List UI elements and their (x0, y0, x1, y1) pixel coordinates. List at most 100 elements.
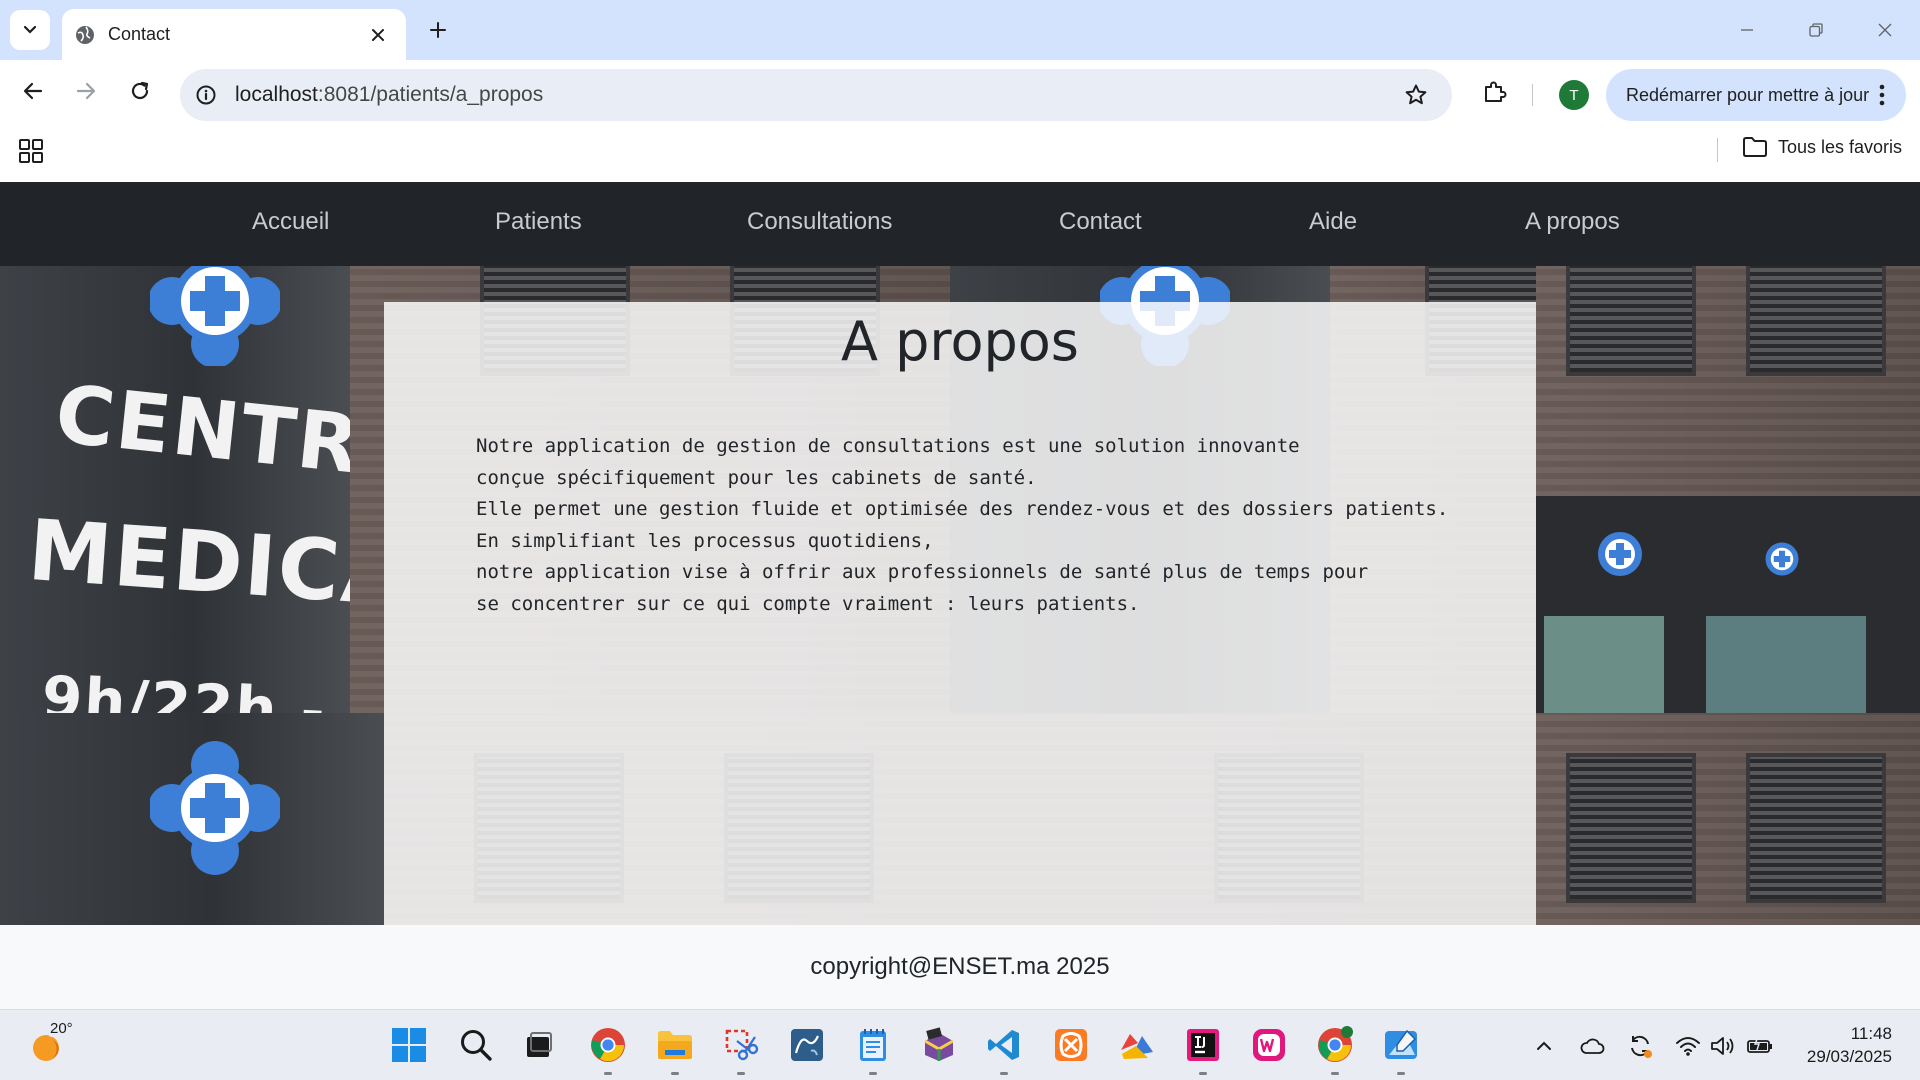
start-button[interactable] (388, 1024, 430, 1066)
onedrive-tray[interactable] (1578, 1032, 1606, 1060)
show-hidden-icons-button[interactable] (1530, 1032, 1558, 1060)
page-title: A propos (841, 310, 1079, 373)
taskbar-app-chrome[interactable] (587, 1024, 629, 1075)
bookmarks-separator (1717, 138, 1718, 162)
minimize-button[interactable] (1727, 12, 1767, 48)
tab-search-button[interactable] (10, 10, 50, 50)
nav-link-a-propos[interactable]: A propos (1525, 208, 1620, 236)
glass-door (1706, 616, 1866, 713)
battery-icon (1747, 1036, 1772, 1053)
chevron-down-icon (23, 25, 37, 34)
sign-text-hours: 9h/22h - 7/7 (40, 662, 329, 713)
site-info-icon[interactable] (192, 81, 220, 109)
update-restart-button[interactable]: Redémarrer pour mettre à jour (1606, 69, 1906, 121)
scissors-icon (725, 1029, 759, 1061)
browser-toolbar: localhost:8081/patients/a_propos T Redém… (0, 60, 1920, 122)
folder-icon (658, 1031, 692, 1059)
taskbar-search-button[interactable] (455, 1024, 497, 1066)
nav-link-contact[interactable]: Contact (1059, 208, 1142, 236)
close-window-button[interactable] (1865, 12, 1905, 48)
bookmark-star-icon[interactable] (1402, 81, 1430, 109)
browser-tab-active[interactable]: Contact (62, 9, 406, 60)
about-line: Notre application de gestion de consulta… (476, 435, 1300, 457)
folder-icon (1743, 137, 1767, 157)
medical-cross-logo (150, 741, 280, 875)
taskbar-clock[interactable]: 11:48 29/03/2025 (1792, 1022, 1892, 1068)
clock-date: 29/03/2025 (1806, 1047, 1892, 1066)
winrar-icon (924, 1027, 954, 1061)
nav-link-consultations[interactable]: Consultations (747, 208, 892, 236)
taskbar-app-chrome-profile[interactable] (1314, 1024, 1356, 1075)
task-view-button[interactable] (518, 1024, 560, 1066)
new-tab-button[interactable] (422, 14, 454, 46)
sign-text-medical: MEDICAL (25, 500, 350, 630)
plus-icon (430, 22, 446, 38)
taskbar-app-file-explorer[interactable] (654, 1024, 696, 1075)
notepad-icon (860, 1029, 886, 1061)
apps-grid-icon[interactable] (18, 138, 44, 164)
nav-link-aide[interactable]: Aide (1309, 208, 1357, 236)
building-photo-3 (1536, 713, 1920, 925)
site-footer: copyright@ENSET.ma 2025 (0, 925, 1920, 1009)
chevron-up-icon (1537, 1041, 1551, 1050)
battery-tray[interactable] (1746, 1032, 1774, 1060)
tab-title: Contact (108, 24, 171, 44)
running-indicator (869, 1072, 877, 1075)
restore-icon (1809, 23, 1823, 37)
taskbar-app-paint[interactable] (1380, 1024, 1422, 1075)
glass-door (1544, 616, 1664, 713)
reload-button[interactable] (122, 73, 158, 109)
taskbar-app-intellij[interactable] (1182, 1024, 1224, 1075)
taskbar-app-webstorm[interactable] (1248, 1024, 1290, 1066)
close-tab-icon[interactable] (366, 23, 390, 47)
more-menu-icon[interactable] (1872, 81, 1892, 109)
close-icon (1878, 23, 1892, 37)
vscode-icon (988, 1030, 1019, 1060)
about-line: notre application vise à offrir aux prof… (476, 561, 1369, 583)
toolbar-separator (1532, 84, 1533, 106)
taskbar-app-notepad[interactable] (852, 1024, 894, 1075)
about-line: conçue spécifiquement pour les cabinets … (476, 466, 1037, 489)
taskbar-app-winrar[interactable] (918, 1024, 960, 1066)
window (1746, 753, 1886, 903)
taskbar-app-xampp[interactable] (1050, 1024, 1092, 1066)
sign-text-centre: CENTRE (51, 367, 350, 498)
xampp-icon (1055, 1029, 1087, 1061)
arrow-right-icon (76, 82, 96, 100)
volume-tray[interactable] (1708, 1032, 1736, 1060)
sync-tray[interactable] (1626, 1032, 1654, 1060)
task-view-icon (527, 1032, 552, 1057)
bookmarks-bar: Tous les favoris (0, 122, 1920, 182)
url-host: localhost (235, 83, 318, 106)
windows-taskbar: 20° 11:48 29/03/2025 (0, 1009, 1920, 1080)
back-button[interactable] (15, 73, 51, 109)
weather-temperature: 20° (48, 1020, 75, 1037)
taskbar-app-office[interactable] (1116, 1024, 1158, 1066)
medical-cross-logo (1598, 532, 1642, 576)
running-indicator (1199, 1072, 1207, 1075)
running-indicator (604, 1072, 612, 1075)
taskbar-app-snipping-tool[interactable] (720, 1024, 762, 1075)
extensions-button[interactable] (1477, 75, 1511, 109)
forward-button[interactable] (68, 73, 104, 109)
mysql-workbench-icon (791, 1029, 823, 1061)
copyright-text: copyright@ENSET.ma 2025 (810, 953, 1110, 980)
puzzle-icon (1485, 81, 1507, 102)
restore-button[interactable] (1796, 12, 1836, 48)
all-bookmarks-folder[interactable]: Tous les favoris (1742, 136, 1902, 158)
running-indicator (1331, 1072, 1339, 1075)
wifi-tray[interactable] (1674, 1032, 1702, 1060)
sync-icon (1631, 1035, 1652, 1058)
taskbar-app-vscode[interactable] (983, 1024, 1025, 1075)
address-bar[interactable]: localhost:8081/patients/a_propos (180, 69, 1452, 121)
nav-link-accueil[interactable]: Accueil (252, 208, 329, 236)
taskbar-app-mysql-workbench[interactable] (786, 1024, 828, 1066)
intellij-icon (1187, 1029, 1219, 1061)
nav-link-patients[interactable]: Patients (495, 208, 582, 236)
running-indicator (671, 1072, 679, 1075)
profile-avatar[interactable]: T (1559, 80, 1589, 110)
about-line: se concentrer sur ce qui compte vraiment… (476, 592, 1140, 615)
url-text[interactable]: localhost:8081/patients/a_propos (235, 83, 543, 107)
arrow-left-icon (23, 82, 43, 100)
url-path: :8081/patients/a_propos (317, 83, 544, 106)
